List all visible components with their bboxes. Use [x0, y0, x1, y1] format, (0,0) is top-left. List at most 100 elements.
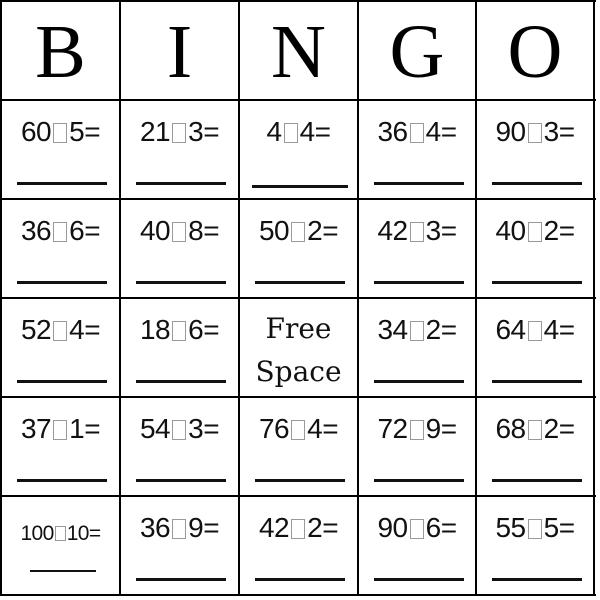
problem-expression: 36 9=	[121, 508, 238, 548]
problem-cell[interactable]: 68 2=	[477, 398, 593, 495]
equals-sign: =	[558, 116, 575, 147]
problem-cell[interactable]: 72 9=	[359, 398, 475, 495]
header-letter: B	[35, 10, 86, 94]
answer-blank-line[interactable]	[136, 281, 226, 284]
problem-cell[interactable]: 21 3=	[121, 101, 238, 198]
operand-b: 8	[188, 215, 204, 246]
operand-a: 40	[139, 215, 171, 246]
answer-blank-line[interactable]	[17, 380, 107, 383]
problem-cell[interactable]: 40 8=	[121, 200, 238, 297]
problem-cell[interactable]: 50 2=	[240, 200, 357, 297]
problem-expression: 18 6=	[121, 310, 238, 350]
equals-sign: =	[440, 215, 457, 246]
operand-a: 36	[20, 215, 52, 246]
operand-a: 76	[258, 413, 290, 444]
grid-line-vertical	[475, 0, 477, 596]
operand-b: 2	[307, 512, 323, 543]
operand-b: 3	[425, 215, 442, 246]
answer-blank-line[interactable]	[374, 182, 464, 185]
problem-cell[interactable]: 36 4=	[359, 101, 475, 198]
operand-a: 55	[495, 512, 526, 543]
equals-sign: =	[314, 116, 331, 147]
answer-blank-line[interactable]	[136, 479, 226, 482]
problem-cell[interactable]: 90 6=	[359, 497, 475, 594]
problem-cell[interactable]: 36 6=	[2, 200, 119, 297]
problem-cell[interactable]: 34 2=	[359, 299, 475, 396]
header-cell-i: I	[121, 2, 238, 99]
answer-blank-line[interactable]	[17, 182, 107, 185]
problem-cell[interactable]: 64 4=	[477, 299, 593, 396]
problem-cell[interactable]: 37 1=	[2, 398, 119, 495]
problem-cell[interactable]: 90 3=	[477, 101, 593, 198]
equals-sign: =	[322, 512, 339, 543]
answer-blank-line[interactable]	[136, 578, 226, 581]
operand-a: 42	[377, 215, 408, 246]
answer-blank-line[interactable]	[374, 281, 464, 284]
problem-expression: 4 4=	[240, 112, 357, 152]
problem-expression: 54 3=	[121, 409, 238, 449]
problem-expression: 42 3=	[359, 211, 475, 251]
answer-blank-line[interactable]	[30, 570, 96, 572]
missing-operator-box-icon	[291, 519, 306, 539]
operand-b: 4	[299, 116, 316, 147]
answer-blank-line[interactable]	[492, 380, 582, 383]
problem-cell[interactable]: 54 3=	[121, 398, 238, 495]
answer-blank-line[interactable]	[136, 380, 226, 383]
operand-a: 42	[258, 512, 290, 543]
grid-line-horizontal	[0, 0, 596, 2]
problem-expression: 36 4=	[359, 112, 475, 152]
answer-blank-line[interactable]	[255, 281, 345, 284]
problem-cell[interactable]: 60 5=	[2, 101, 119, 198]
problem-cell[interactable]: 100 10=	[2, 497, 119, 594]
problem-expression: 60 5=	[2, 112, 119, 152]
grid-line-horizontal	[0, 396, 596, 398]
answer-blank-line[interactable]	[492, 281, 582, 284]
problem-cell[interactable]: 4 4=	[240, 101, 357, 198]
operand-b: 2	[543, 413, 560, 444]
answer-blank-line[interactable]	[17, 281, 107, 284]
header-letter: G	[389, 10, 445, 94]
missing-operator-box-icon	[409, 123, 424, 143]
answer-blank-line[interactable]	[255, 578, 345, 581]
operand-b: 9	[188, 512, 204, 543]
equals-sign: =	[203, 116, 220, 147]
problem-cell[interactable]: 18 6=	[121, 299, 238, 396]
problem-cell[interactable]: 36 9=	[121, 497, 238, 594]
problem-expression: 40 2=	[477, 211, 593, 251]
equals-sign: =	[203, 215, 220, 246]
header-cell-o: O	[477, 2, 593, 99]
free-space-line: Free	[265, 312, 332, 345]
answer-blank-line[interactable]	[252, 185, 348, 188]
operand-a: 40	[495, 215, 526, 246]
problem-expression: 64 4=	[477, 310, 593, 350]
operand-a: 64	[495, 314, 526, 345]
problem-cell[interactable]: 40 2=	[477, 200, 593, 297]
answer-blank-line[interactable]	[374, 578, 464, 581]
problem-cell[interactable]: 42 2=	[240, 497, 357, 594]
equals-sign: =	[440, 116, 457, 147]
equals-sign: =	[558, 512, 575, 543]
answer-blank-line[interactable]	[255, 479, 345, 482]
answer-blank-line[interactable]	[492, 479, 582, 482]
operand-b: 3	[188, 413, 204, 444]
operand-a: 4	[266, 116, 282, 147]
missing-operator-box-icon	[172, 123, 187, 143]
operand-a: 52	[20, 314, 52, 345]
answer-blank-line[interactable]	[492, 182, 582, 185]
problem-cell[interactable]: 42 3=	[359, 200, 475, 297]
problem-cell[interactable]: 76 4=	[240, 398, 357, 495]
operand-a: 36	[139, 512, 171, 543]
answer-blank-line[interactable]	[136, 182, 226, 185]
operand-a: 54	[139, 413, 171, 444]
problem-cell[interactable]: 55 5=	[477, 497, 593, 594]
equals-sign: =	[440, 512, 457, 543]
answer-blank-line[interactable]	[374, 479, 464, 482]
grid-line-vertical	[593, 0, 595, 596]
operand-b: 4	[425, 116, 442, 147]
answer-blank-line[interactable]	[374, 380, 464, 383]
answer-blank-line[interactable]	[492, 578, 582, 581]
missing-operator-box-icon	[527, 321, 542, 341]
operand-a: 18	[139, 314, 171, 345]
answer-blank-line[interactable]	[17, 479, 107, 482]
problem-cell[interactable]: 52 4=	[2, 299, 119, 396]
